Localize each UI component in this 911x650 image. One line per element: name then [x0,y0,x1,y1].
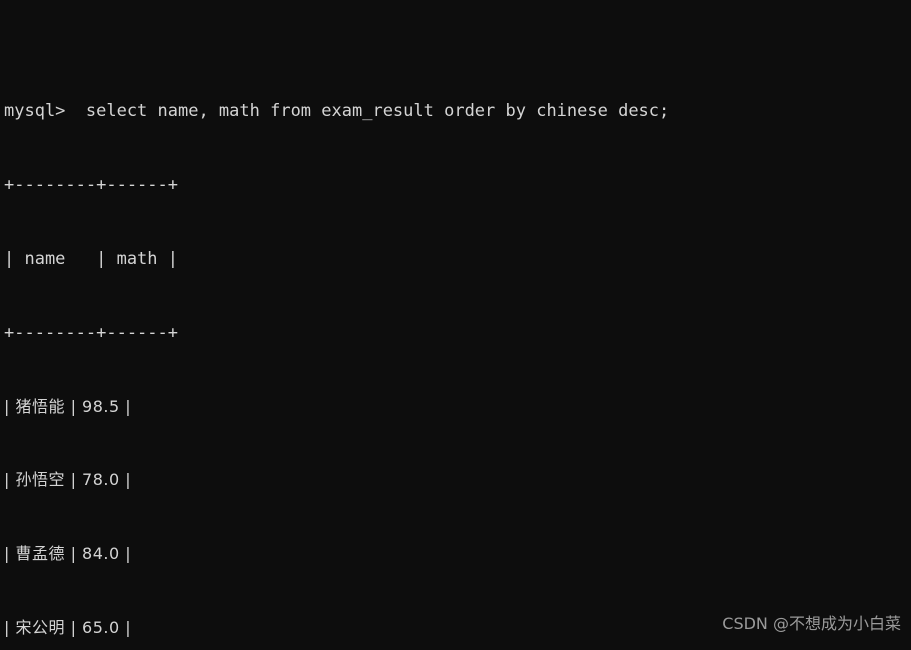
table-row: | 孙悟空 | 78.0 | [4,470,132,490]
table-header-border: +--------+------+ [4,322,178,343]
table-top-border: +--------+------+ [4,175,178,196]
table-row: | 曹孟德 | 84.0 | [4,544,132,564]
watermark: CSDN @不想成为小白菜 [722,614,901,634]
terminal-window[interactable]: mysql> select name, math from exam_resul… [0,0,911,650]
prompt-line: mysql> select name, math from exam_resul… [4,101,670,122]
terminal-output: mysql> select name, math from exam_resul… [4,1,911,650]
table-header-row: | name | math | [4,248,178,269]
table-row: | 猪悟能 | 98.5 | [4,396,132,416]
